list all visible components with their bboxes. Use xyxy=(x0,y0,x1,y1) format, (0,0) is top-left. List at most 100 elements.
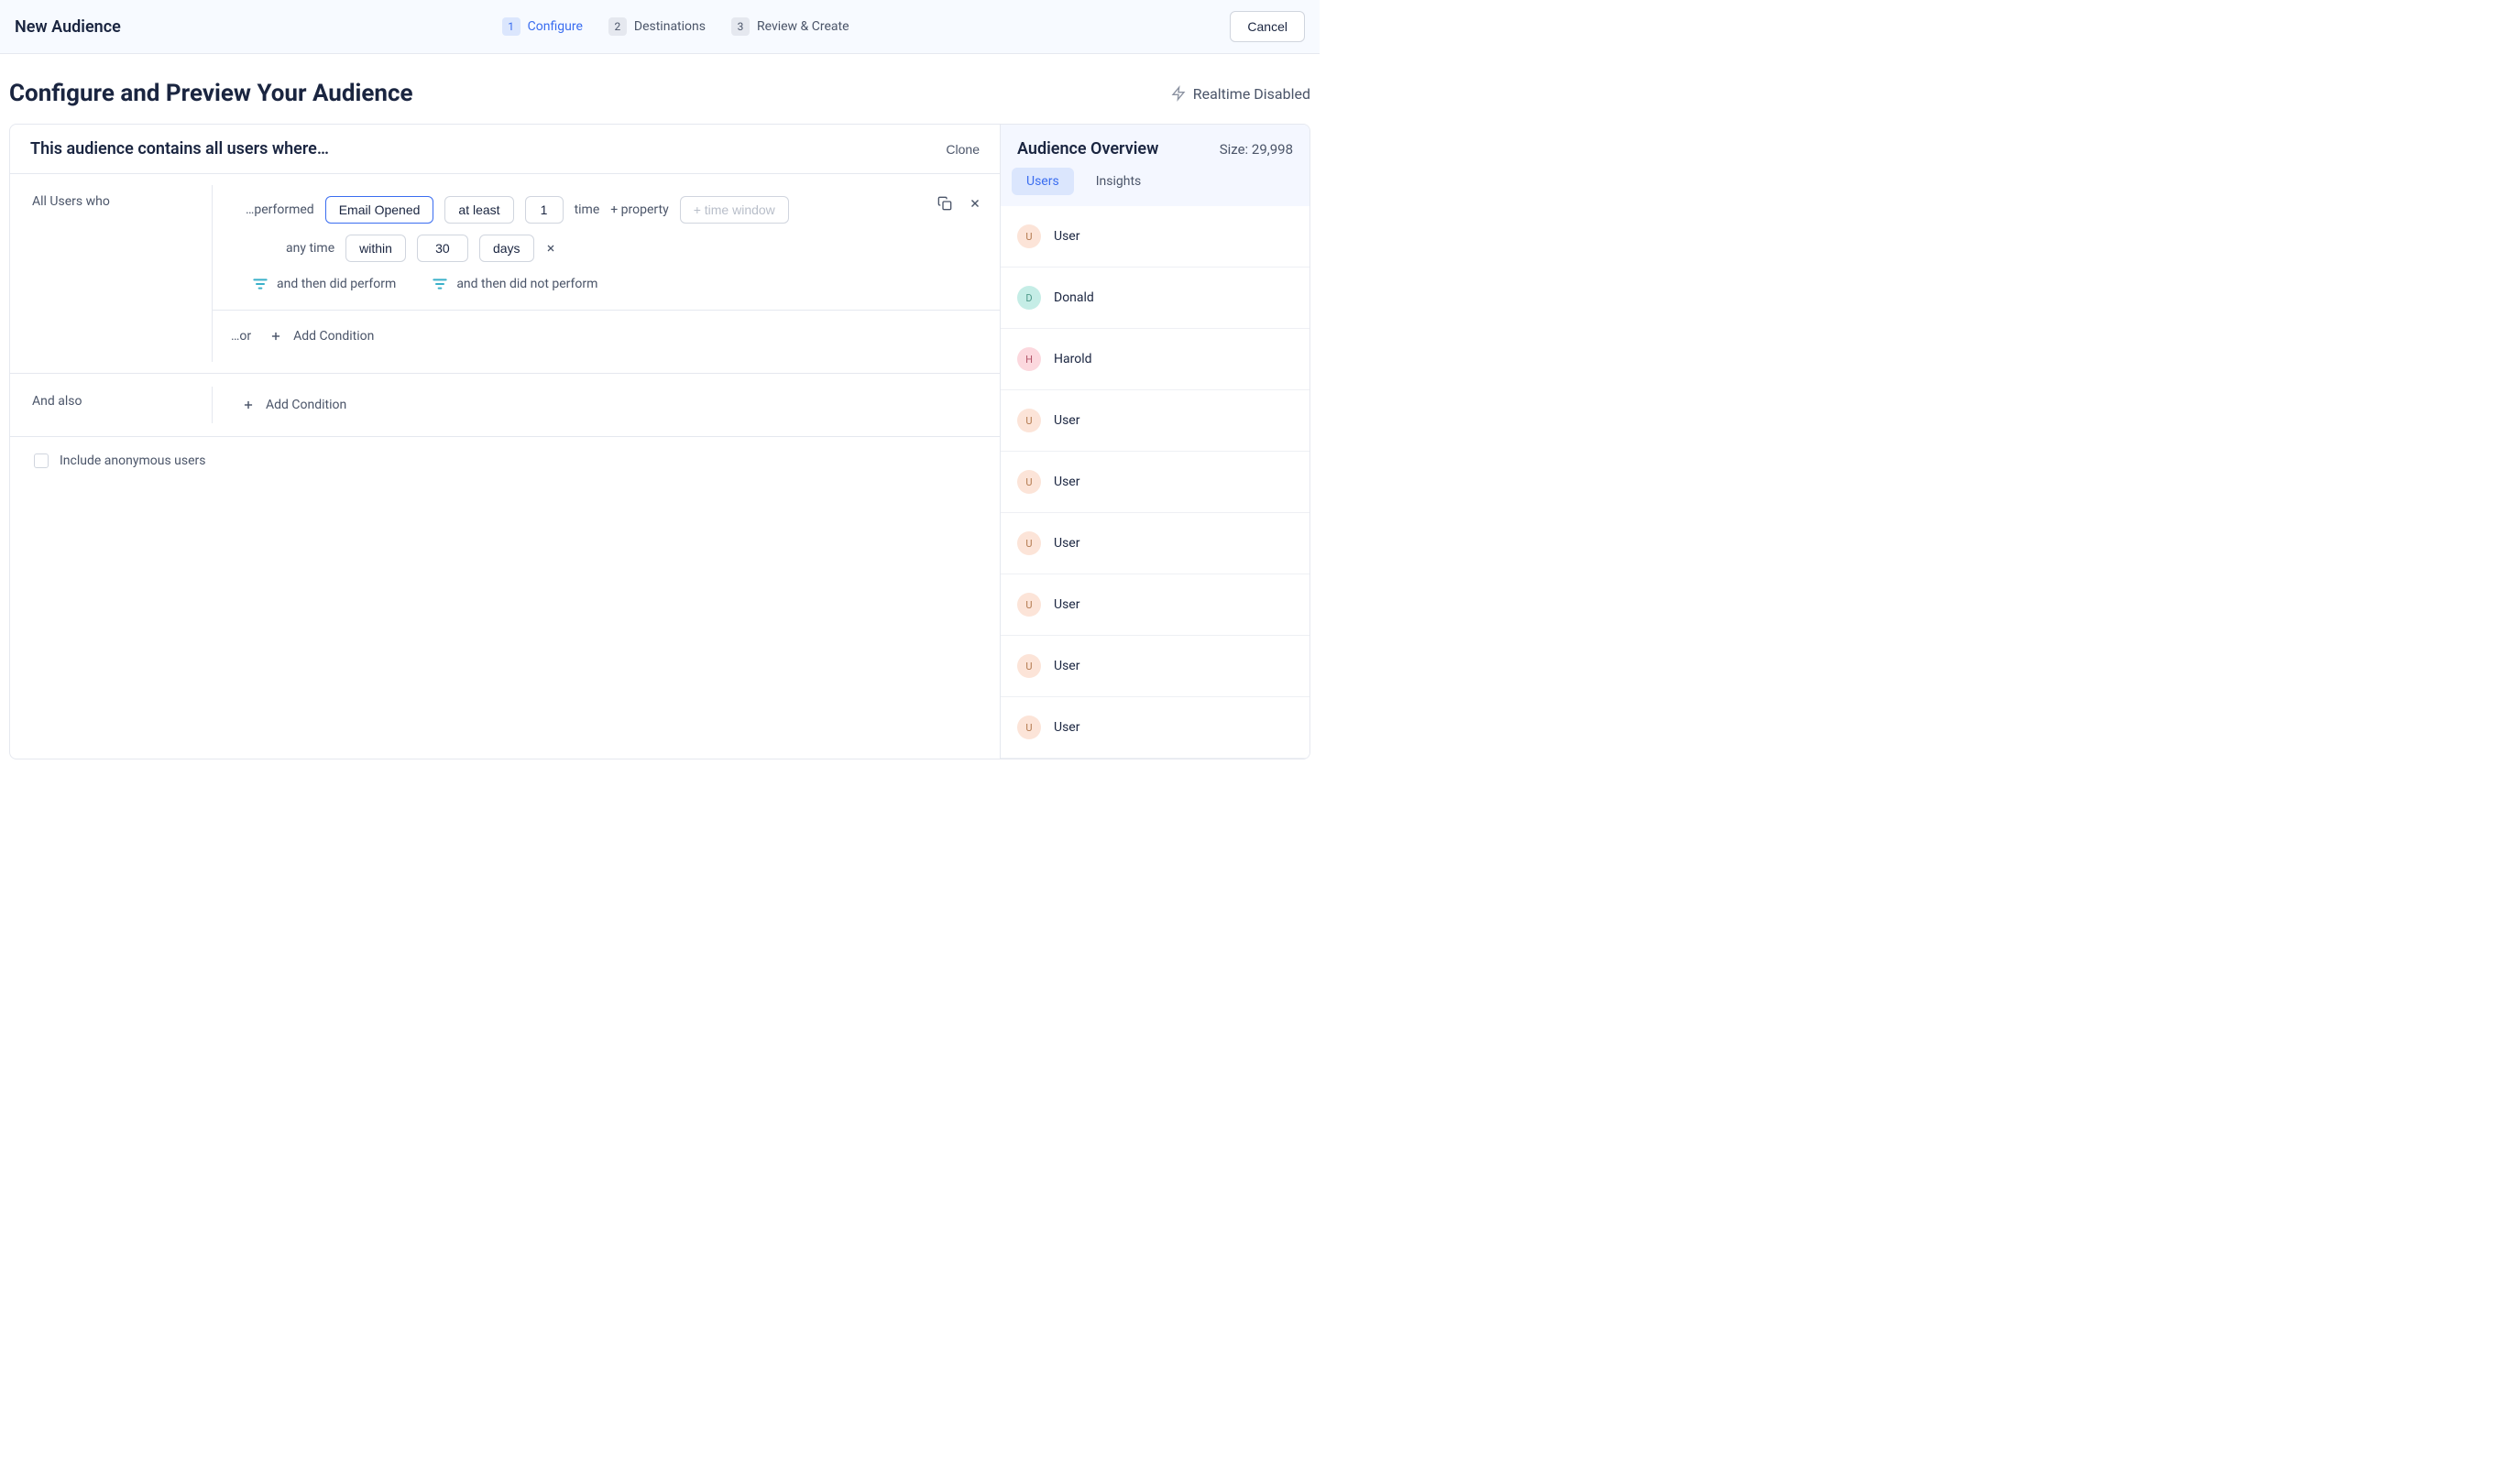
count-input[interactable]: 1 xyxy=(525,196,564,224)
rule-section: All Users who …performed Email Opened at… xyxy=(10,174,1000,374)
and-also-label: And also xyxy=(10,374,212,436)
step-number: 2 xyxy=(608,17,627,36)
funnel-did-not-label: and then did not perform xyxy=(456,277,597,291)
within-unit-selector[interactable]: days xyxy=(479,235,534,262)
page-breadcrumb-title: New Audience xyxy=(15,17,121,37)
plus-icon xyxy=(242,399,255,411)
user-row[interactable]: UUser xyxy=(1001,206,1309,268)
user-row[interactable]: U User xyxy=(1001,390,1309,452)
clone-button[interactable]: Clone xyxy=(946,142,980,157)
time-label: time xyxy=(575,202,600,217)
user-row[interactable]: U User xyxy=(1001,697,1309,759)
rule-row-performed: …performed Email Opened at least 1 time … xyxy=(213,185,1000,229)
step-number: 3 xyxy=(731,17,750,36)
avatar: U xyxy=(1017,716,1041,739)
step-destinations[interactable]: 2 Destinations xyxy=(608,17,706,36)
rule-section-label: All Users who xyxy=(10,174,212,373)
user-name: User xyxy=(1054,597,1079,612)
user-name: User xyxy=(1054,475,1079,489)
user-name: User xyxy=(1054,229,1079,244)
or-row: …or Add Condition xyxy=(213,310,1000,362)
page-header: Configure and Preview Your Audience Real… xyxy=(0,54,1320,124)
user-row[interactable]: U User xyxy=(1001,513,1309,574)
and-also-section: And also Add Condition xyxy=(10,374,1000,437)
duplicate-rule-button[interactable] xyxy=(937,196,952,211)
tab-users[interactable]: Users xyxy=(1012,168,1074,195)
content: This audience contains all users where… … xyxy=(9,124,1310,759)
overview-size-label: Size: xyxy=(1220,141,1252,158)
include-anonymous-row: Include anonymous users xyxy=(10,437,1000,485)
overview-size: Size: 29,998 xyxy=(1220,141,1293,158)
funnel-did-label: and then did perform xyxy=(277,277,396,291)
step-label: Configure xyxy=(528,19,583,34)
overview-pane: Audience Overview Size: 29,998 Users Ins… xyxy=(1000,125,1309,759)
include-anonymous-checkbox[interactable] xyxy=(34,453,49,468)
builder-title: This audience contains all users where… xyxy=(30,139,329,158)
avatar: U xyxy=(1017,409,1041,432)
close-icon xyxy=(545,243,556,254)
avatar: U xyxy=(1017,531,1041,555)
step-review-create[interactable]: 3 Review & Create xyxy=(731,17,849,36)
copy-icon xyxy=(937,196,952,211)
user-name: User xyxy=(1054,720,1079,735)
time-window-prefix: any time xyxy=(286,241,334,256)
step-label: Destinations xyxy=(634,19,706,34)
step-number: 1 xyxy=(502,17,520,36)
avatar: U xyxy=(1017,593,1041,617)
performed-prefix: …performed xyxy=(246,202,314,217)
close-icon xyxy=(969,197,981,210)
stepper: 1 Configure 2 Destinations 3 Review & Cr… xyxy=(502,17,849,36)
overview-title: Audience Overview xyxy=(1017,139,1158,158)
remove-rule-button[interactable] xyxy=(969,196,981,211)
operator-selector[interactable]: at least xyxy=(444,196,513,224)
rule-body: …performed Email Opened at least 1 time … xyxy=(212,185,1000,362)
step-configure[interactable]: 1 Configure xyxy=(502,17,583,36)
rule-row-time-window: any time within 30 days xyxy=(213,229,1000,268)
overview-size-value: 29,998 xyxy=(1252,141,1293,158)
user-row[interactable]: U User xyxy=(1001,636,1309,697)
user-name: Donald xyxy=(1054,290,1094,305)
funnel-did-perform[interactable]: and then did perform xyxy=(253,277,396,291)
user-name: User xyxy=(1054,413,1079,428)
avatar: U xyxy=(1017,470,1041,494)
funnel-row: and then did perform and then did not pe… xyxy=(213,268,1000,304)
overview-header: Audience Overview Size: 29,998 xyxy=(1001,125,1309,168)
time-window-placeholder[interactable]: + time window xyxy=(680,196,789,224)
realtime-label: Realtime Disabled xyxy=(1193,85,1310,103)
rule-actions xyxy=(937,196,981,211)
within-selector[interactable]: within xyxy=(345,235,406,262)
user-row[interactable]: U User xyxy=(1001,452,1309,513)
cancel-button[interactable]: Cancel xyxy=(1230,11,1305,42)
builder-header: This audience contains all users where… … xyxy=(10,125,1000,174)
funnel-did-not-perform[interactable]: and then did not perform xyxy=(433,277,597,291)
plus-icon xyxy=(269,330,282,343)
add-condition-or[interactable]: Add Condition xyxy=(269,329,374,344)
and-also-body: Add Condition xyxy=(212,387,1000,423)
add-condition-label: Add Condition xyxy=(266,398,346,412)
lightning-icon xyxy=(1171,84,1186,103)
overview-tabs: Users Insights xyxy=(1001,168,1309,206)
avatar: U xyxy=(1017,654,1041,678)
funnel-icon xyxy=(433,278,447,290)
avatar: H xyxy=(1017,347,1041,371)
or-label: …or xyxy=(231,329,251,344)
user-row[interactable]: U User xyxy=(1001,574,1309,636)
user-name: User xyxy=(1054,659,1079,673)
user-name: User xyxy=(1054,536,1079,551)
avatar: D xyxy=(1017,286,1041,310)
within-count-input[interactable]: 30 xyxy=(417,235,468,262)
event-selector[interactable]: Email Opened xyxy=(325,196,434,224)
add-condition-and[interactable]: Add Condition xyxy=(242,398,1000,412)
page-title: Configure and Preview Your Audience xyxy=(9,80,413,107)
user-list: UUserDDonaldHHaroldUUserUUserUUserUUserU… xyxy=(1001,206,1309,759)
remove-time-window-button[interactable] xyxy=(545,243,556,254)
step-label: Review & Create xyxy=(757,19,849,34)
tab-insights[interactable]: Insights xyxy=(1081,168,1156,195)
user-row[interactable]: D Donald xyxy=(1001,268,1309,329)
realtime-status[interactable]: Realtime Disabled xyxy=(1171,84,1310,103)
user-row[interactable]: H Harold xyxy=(1001,329,1309,390)
include-anonymous-label: Include anonymous users xyxy=(60,453,205,468)
topbar: New Audience 1 Configure 2 Destinations … xyxy=(0,0,1320,54)
user-name: Harold xyxy=(1054,352,1092,366)
add-property-link[interactable]: + property xyxy=(610,202,668,217)
